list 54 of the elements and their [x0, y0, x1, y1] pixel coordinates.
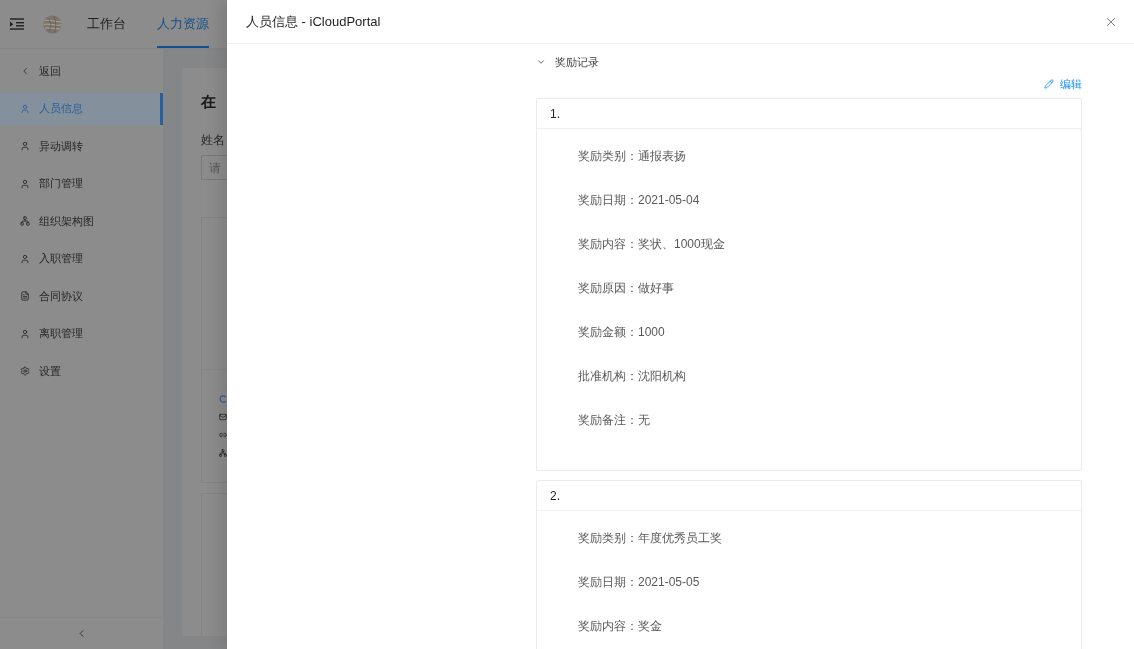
nav-tab[interactable]: 工作台: [87, 0, 126, 48]
field-value: 奖金: [638, 618, 662, 635]
field-label: 奖励内容：: [578, 236, 638, 253]
field-value: 年度优秀员工奖: [638, 530, 722, 547]
sidebar-item[interactable]: 入职管理: [0, 242, 163, 275]
sidebar-item[interactable]: 异动调转: [0, 130, 163, 162]
field-label: 姓名: [201, 132, 226, 148]
field-value: 通报表扬: [638, 148, 686, 165]
record-number: 2.: [550, 487, 560, 505]
person-icon: [20, 178, 30, 189]
chevron-left-icon: [20, 66, 30, 76]
drawer-title: 人员信息 - iCloudPortal: [246, 12, 381, 31]
field-value: 1000: [638, 324, 665, 341]
sidebar-item[interactable]: 组织架构图: [0, 205, 163, 237]
field-label: 奖励原因：: [578, 280, 638, 297]
field-label: 奖励内容：: [578, 618, 638, 635]
field-label: 奖励金额：: [578, 324, 638, 341]
settings-icon: [20, 366, 30, 376]
field-label: 奖励类别：: [578, 530, 638, 547]
section-header[interactable]: 奖励记录: [536, 52, 599, 72]
mail-icon: [219, 413, 227, 421]
menu-icon[interactable]: [10, 18, 24, 30]
record-number: 1.: [550, 105, 560, 123]
field-value: 2021-05-05: [638, 574, 700, 591]
link-icon: [219, 431, 227, 439]
sidebar-item[interactable]: 部门管理: [0, 167, 163, 200]
person-icon: [20, 328, 30, 339]
pencil-icon: [1044, 79, 1054, 89]
back-link[interactable]: 返回: [0, 55, 163, 87]
page-title: 在: [201, 92, 217, 112]
field-label: 奖励备注：: [578, 412, 638, 429]
edit-button[interactable]: 编辑: [1044, 76, 1082, 92]
sidebar-item[interactable]: 离职管理: [0, 317, 163, 350]
sidebar-item[interactable]: 合同协议: [0, 280, 163, 312]
field-value: 沈阳机构: [638, 368, 686, 385]
field-label: 奖励日期：: [578, 574, 638, 591]
person-icon: [20, 141, 30, 151]
person-icon: [20, 103, 30, 114]
hierarchy-icon: [219, 449, 227, 457]
field-value: 做好事: [638, 280, 674, 297]
person-icon: [20, 253, 30, 264]
field-label: 奖励类别：: [578, 148, 638, 165]
field-value: 奖状、1000现金: [638, 236, 725, 253]
field-value: 无: [638, 412, 650, 429]
document-icon: [20, 291, 30, 301]
sidebar-item[interactable]: 设置: [0, 355, 163, 387]
field-label: 批准机构：: [578, 368, 638, 385]
chevron-down-icon: [536, 57, 546, 67]
hierarchy-icon: [20, 216, 30, 226]
ring-icon: [219, 395, 227, 403]
logo-icon: [43, 14, 62, 34]
field-value: 2021-05-04: [638, 192, 700, 209]
field-label: 奖励日期：: [578, 192, 638, 209]
nav-tab[interactable]: 人力资源: [157, 0, 209, 48]
